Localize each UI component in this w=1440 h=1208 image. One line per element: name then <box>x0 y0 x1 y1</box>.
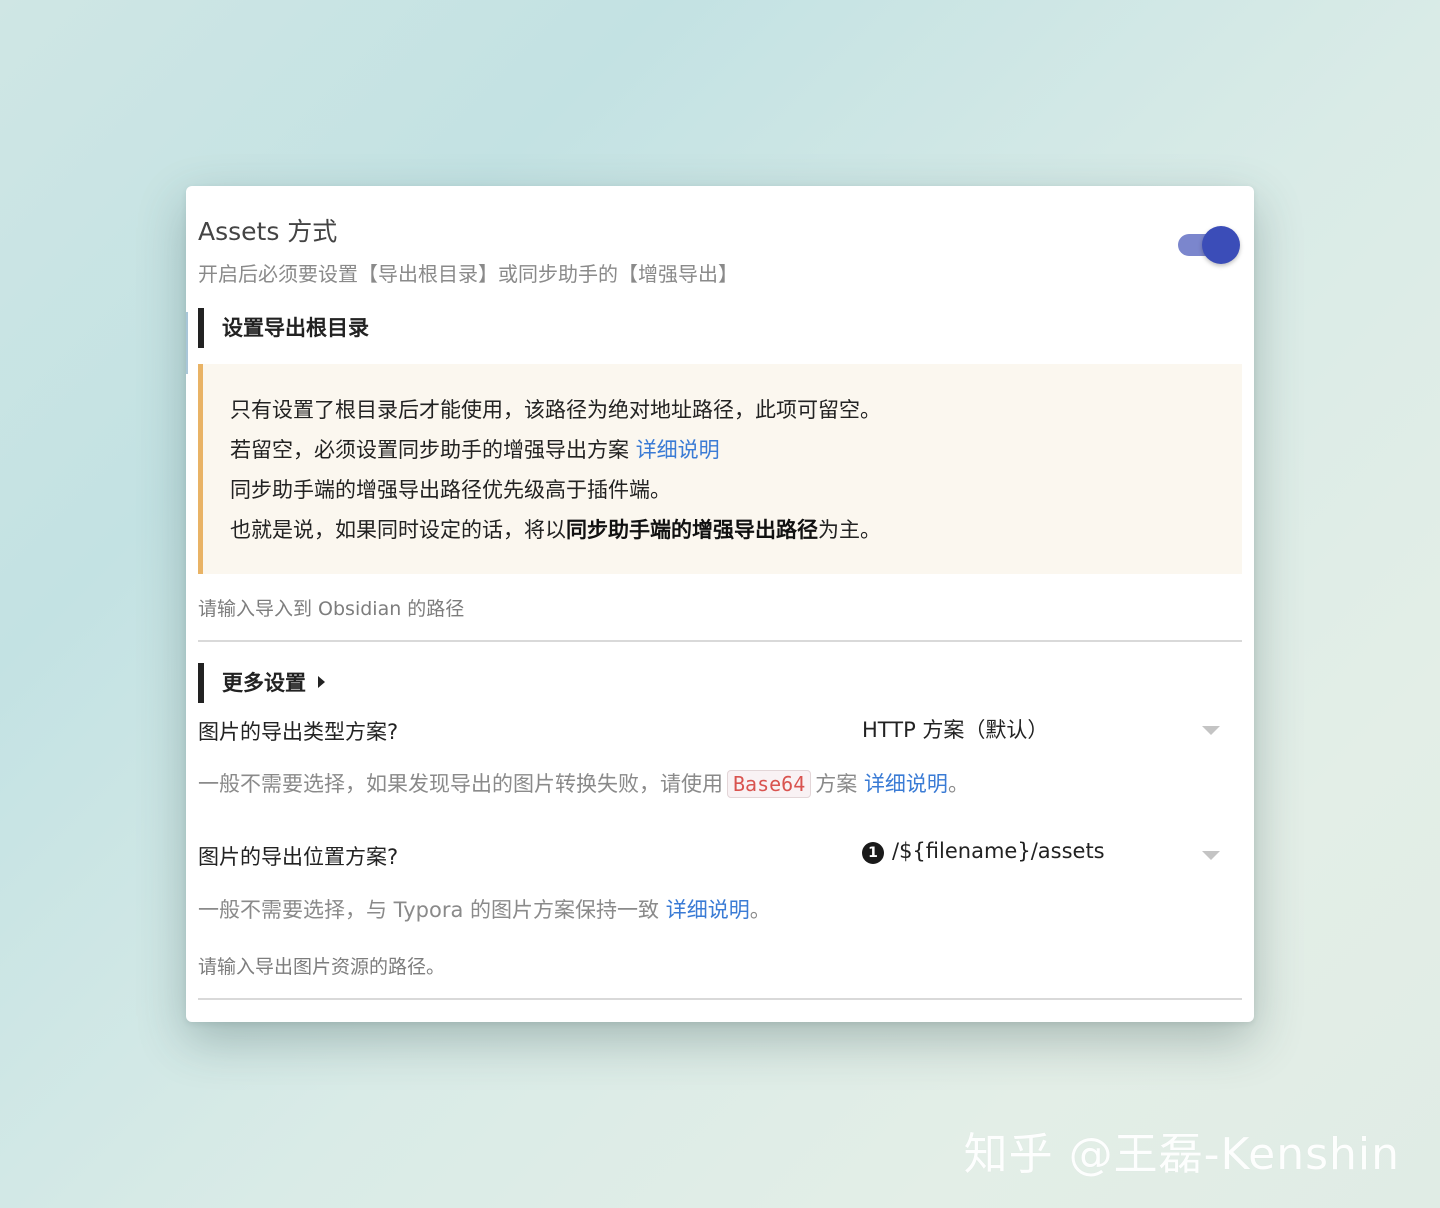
callout-line-3: 同步助手端的增强导出路径优先级高于插件端。 <box>230 478 671 502</box>
image-type-select[interactable]: HTTP 方案（默认） <box>862 714 1232 750</box>
image-location-label: 图片的导出位置方案? <box>198 845 399 869</box>
image-type-hint: 一般不需要选择，如果发现导出的图片转换失败，请使用 Base64 方案 详细说明。 <box>198 770 969 798</box>
more-settings-heading-text: 更多设置 <box>222 671 306 695</box>
focus-indicator <box>186 312 188 374</box>
image-location-details-link[interactable]: 详细说明 <box>666 898 750 922</box>
export-root-callout: 只有设置了根目录后才能使用，该路径为绝对地址路径，此项可留空。 若留空，必须设置… <box>198 364 1242 574</box>
image-type-selected-value: HTTP 方案（默认） <box>862 718 1049 742</box>
assets-mode-toggle[interactable] <box>1178 226 1240 264</box>
callout-line-1: 只有设置了根目录后才能使用，该路径为绝对地址路径，此项可留空。 <box>230 398 881 422</box>
image-type-details-link[interactable]: 详细说明 <box>864 772 948 796</box>
toggle-knob <box>1202 226 1240 264</box>
watermark-text: 知乎 @王磊-Kenshin <box>963 1129 1400 1180</box>
chevron-down-icon <box>1202 851 1220 860</box>
callout-line-4: 也就是说，如果同时设定的话，将以同步助手端的增强导出路径为主。 <box>230 518 881 542</box>
asset-path-input[interactable]: 请输入导出图片资源的路径。 <box>198 952 1242 1000</box>
settings-card: Assets 方式 开启后必须要设置【导出根目录】或同步助手的【增强导出】 设置… <box>186 186 1254 1022</box>
export-root-input[interactable]: 请输入导入到 Obsidian 的路径 <box>198 594 1242 642</box>
base64-code: Base64 <box>727 770 812 798</box>
number-one-badge-icon: 1 <box>862 842 884 864</box>
assets-mode-title: Assets 方式 <box>198 217 338 246</box>
export-root-heading: 设置导出根目录 <box>198 308 369 348</box>
image-type-label: 图片的导出类型方案? <box>198 720 399 744</box>
image-location-selected-value: /${filename}/assets <box>892 839 1105 863</box>
export-root-heading-text: 设置导出根目录 <box>222 316 369 340</box>
image-location-hint: 一般不需要选择，与 Typora 的图片方案保持一致 详细说明。 <box>198 898 771 922</box>
more-settings-toggle[interactable]: 更多设置 <box>198 663 325 703</box>
caret-right-icon <box>318 676 325 688</box>
callout-line-2: 若留空，必须设置同步助手的增强导出方案 详细说明 <box>230 438 720 462</box>
assets-mode-description: 开启后必须要设置【导出根目录】或同步助手的【增强导出】 <box>198 262 738 286</box>
image-location-select[interactable]: 1 /${filename}/assets <box>862 839 1232 875</box>
chevron-down-icon <box>1202 726 1220 735</box>
callout-details-link[interactable]: 详细说明 <box>636 438 720 462</box>
